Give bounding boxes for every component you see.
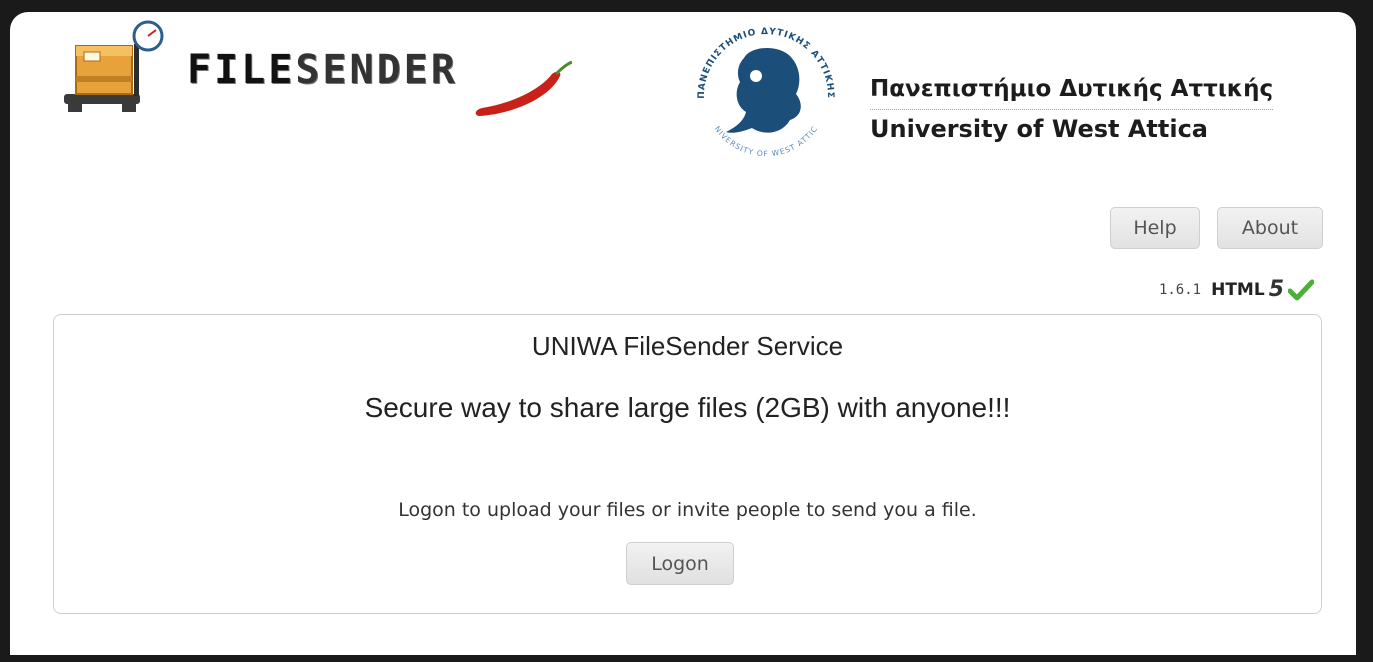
page: FILESENDER ΠΑΝΕΠΙΣΤΗΜΙΟ ΔΥΤΙΚΗΣ ΑΤΤΙΚΗΣ … [10,12,1356,655]
version-info: 1.6.1 HTML 5 [1159,277,1314,302]
logon-instructions: Logon to upload your files or invite peo… [398,499,977,521]
service-title: UNIWA FileSender Service [531,331,844,361]
main-content-box: UNIWA FileSender Service Secure way to s… [53,314,1322,614]
about-button[interactable]: About [1217,207,1323,249]
university-name-greek[interactable]: Πανεπιστήμιο Δυτικής Αττικής [870,70,1274,110]
help-button[interactable]: Help [1110,207,1200,249]
wordmark-file: FILE [187,47,296,93]
version-number: 1.6.1 [1158,281,1202,298]
university-name: Πανεπιστήμιο Δυτικής Αττικής University … [870,70,1274,148]
filesender-logo[interactable]: FILESENDER [62,18,572,118]
chili-pepper-icon [475,71,561,116]
university-seal-icon: ΠΑΝΕΠΙΣΤΗΜΙΟ ΔΥΤΙΚΗΣ ΑΤΤΙΚΗΣ UNIVERSITY … [683,12,834,158]
html5-version: 5 [1268,277,1284,302]
checkmark-icon [1288,279,1314,300]
wordmark-sender: SENDER [295,47,458,93]
html5-badge: HTML 5 [1211,277,1314,302]
filesender-wordmark: FILESENDER [187,50,458,90]
university-name-english: University of West Attica [870,115,1209,143]
logon-button[interactable]: Logon [626,542,734,585]
service-tagline: Secure way to share large files (2GB) wi… [364,392,1011,423]
university-seal: ΠΑΝΕΠΙΣΤΗΜΙΟ ΔΥΤΙΚΗΣ ΑΤΤΙΚΗΣ UNIVERSITY … [683,12,846,178]
html5-label: HTML [1211,279,1265,300]
